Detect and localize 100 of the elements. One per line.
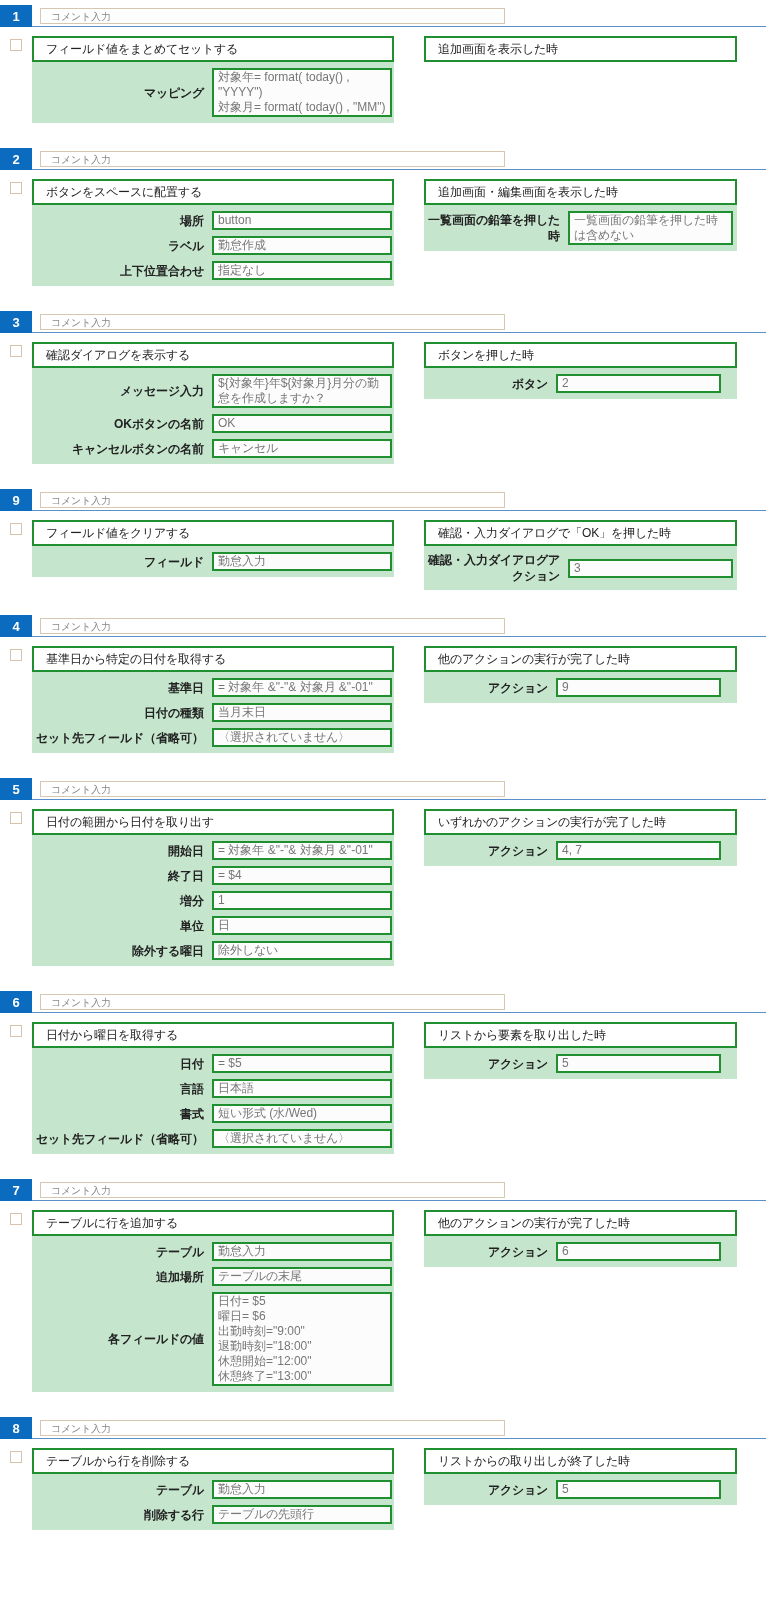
field-label: 上下位置合わせ	[119, 262, 204, 279]
checkbox[interactable]	[10, 812, 22, 824]
comment-field[interactable]: コメント入力	[40, 151, 505, 167]
step-number: 7	[0, 1179, 32, 1201]
comment-field[interactable]: コメント入力	[40, 8, 505, 24]
value-field[interactable]: 4, 7	[556, 841, 721, 860]
value-field[interactable]: 〈選択されていません〉	[212, 728, 392, 747]
card-title: 日付の範囲から日付を取り出す	[32, 809, 394, 835]
value-field[interactable]: = $4	[212, 866, 392, 885]
field-label: テーブル	[155, 1481, 204, 1498]
comment-field[interactable]: コメント入力	[40, 618, 505, 634]
field-label: アクション	[487, 842, 548, 859]
card-title: リストから要素を取り出した時	[424, 1022, 737, 1048]
field-label: アクション	[487, 1243, 548, 1260]
card-title: 他のアクションの実行が完了した時	[424, 646, 737, 672]
value-field[interactable]: キャンセル	[212, 439, 392, 458]
field-label: 追加場所	[155, 1268, 204, 1285]
card-title: 日付から曜日を取得する	[32, 1022, 394, 1048]
field-label: キャンセルボタンの名前	[71, 440, 204, 457]
field-label: 書式	[179, 1105, 204, 1122]
field-label: 増分	[178, 892, 204, 909]
value-field[interactable]: 2	[556, 374, 721, 393]
value-field[interactable]: OK	[212, 414, 392, 433]
value-field[interactable]: 勤怠作成	[212, 236, 392, 255]
value-field[interactable]: 除外しない	[212, 941, 392, 960]
value-field[interactable]: 指定なし	[212, 261, 392, 280]
checkbox[interactable]	[10, 182, 22, 194]
value-field[interactable]: 勤怠入力	[212, 1242, 392, 1261]
value-field[interactable]: 短い形式 (水/Wed)	[212, 1104, 392, 1123]
value-field[interactable]: 9	[556, 678, 721, 697]
step-number: 3	[0, 311, 32, 333]
value-field[interactable]: 〈選択されていません〉	[212, 1129, 392, 1148]
value-field[interactable]: 1	[212, 891, 392, 910]
value-field[interactable]: 日本語	[212, 1079, 392, 1098]
value-field[interactable]: 当月末日	[212, 703, 392, 722]
field-label: アクション	[487, 1055, 548, 1072]
field-label: OKボタンの名前	[113, 415, 204, 432]
comment-field[interactable]: コメント入力	[40, 1182, 505, 1198]
card-title: ボタンをスペースに配置する	[32, 179, 394, 205]
comment-field[interactable]: コメント入力	[40, 781, 505, 797]
step-number: 5	[0, 778, 32, 800]
field-label: セット先フィールド（省略可）	[35, 1130, 204, 1147]
field-label: フィールド	[143, 553, 204, 570]
field-label: 除外する曜日	[131, 942, 204, 959]
checkbox[interactable]	[10, 523, 22, 535]
checkbox[interactable]	[10, 345, 22, 357]
step-number: 9	[0, 489, 32, 511]
value-field[interactable]: 6	[556, 1242, 721, 1261]
comment-field[interactable]: コメント入力	[40, 1420, 505, 1436]
step-number: 1	[0, 5, 32, 27]
value-field[interactable]: 5	[556, 1480, 721, 1499]
value-field[interactable]: = 対象年 &"-"& 対象月 &"-01"	[212, 678, 392, 697]
checkbox[interactable]	[10, 1451, 22, 1463]
card-title: テーブルに行を追加する	[32, 1210, 394, 1236]
value-field[interactable]: 勤怠入力	[212, 552, 392, 571]
field-label: 日付の種類	[143, 704, 204, 721]
field-label: アクション	[487, 679, 548, 696]
value-field[interactable]: button	[212, 211, 392, 230]
value-field[interactable]: 日	[212, 916, 392, 935]
value-field[interactable]: 5	[556, 1054, 721, 1073]
card-title: 基準日から特定の日付を取得する	[32, 646, 394, 672]
checkbox[interactable]	[10, 649, 22, 661]
card-title: 確認・入力ダイアログで「OK」を押した時	[424, 520, 737, 546]
card-title: フィールド値をクリアする	[32, 520, 394, 546]
comment-field[interactable]: コメント入力	[40, 994, 505, 1010]
value-field[interactable]: 3	[568, 558, 733, 578]
field-label: メッセージ入力	[119, 383, 204, 399]
card-title: いずれかのアクションの実行が完了した時	[424, 809, 737, 835]
card-title: テーブルから行を削除する	[32, 1448, 394, 1474]
value-field[interactable]: 勤怠入力	[212, 1480, 392, 1499]
checkbox[interactable]	[10, 39, 22, 51]
field-label: 確認・入力ダイアログアクション	[426, 552, 560, 584]
card-title: 確認ダイアログを表示する	[32, 342, 394, 368]
field-label: 基準日	[167, 679, 204, 696]
checkbox[interactable]	[10, 1213, 22, 1225]
step-number: 6	[0, 991, 32, 1013]
field-label: 場所	[178, 212, 204, 229]
comment-field[interactable]: コメント入力	[40, 314, 505, 330]
value-field[interactable]: = $5	[212, 1054, 392, 1073]
field-label: 各フィールドの値	[107, 1331, 204, 1347]
card-title: 他のアクションの実行が完了した時	[424, 1210, 737, 1236]
value-field[interactable]: ${対象年}年${対象月}月分の勤怠を作成しますか？	[212, 374, 392, 408]
field-label: 終了日	[167, 867, 204, 884]
field-label: アクション	[487, 1481, 548, 1498]
card-title: フィールド値をまとめてセットする	[32, 36, 394, 62]
step-number: 2	[0, 148, 32, 170]
value-field[interactable]: 対象年= format( today() , "YYYY") 対象月= format( today() , "MM")	[212, 68, 392, 117]
value-field[interactable]: = 対象年 &"-"& 対象月 &"-01"	[212, 841, 392, 860]
field-label: 一覧画面の鉛筆を押した時	[427, 212, 560, 244]
checkbox[interactable]	[10, 1025, 22, 1037]
card-title: 追加画面・編集画面を表示した時	[424, 179, 737, 205]
field-label: ラベル	[167, 237, 204, 254]
value-field[interactable]: テーブルの末尾	[212, 1267, 392, 1286]
value-field[interactable]: 日付= $5 曜日= $6 出勤時刻="9:00" 退勤時刻="18:00" 休憩開始="12:00" 休憩終了="13:00"	[212, 1292, 392, 1386]
value-field[interactable]: テーブルの先頭行	[212, 1505, 392, 1524]
value-field[interactable]: 一覧画面の鉛筆を押した時は含めない	[568, 211, 733, 245]
comment-field[interactable]: コメント入力	[40, 492, 505, 508]
field-label: 開始日	[167, 842, 204, 859]
field-label: 単位	[179, 917, 204, 934]
card-title: 追加画面を表示した時	[424, 36, 737, 62]
